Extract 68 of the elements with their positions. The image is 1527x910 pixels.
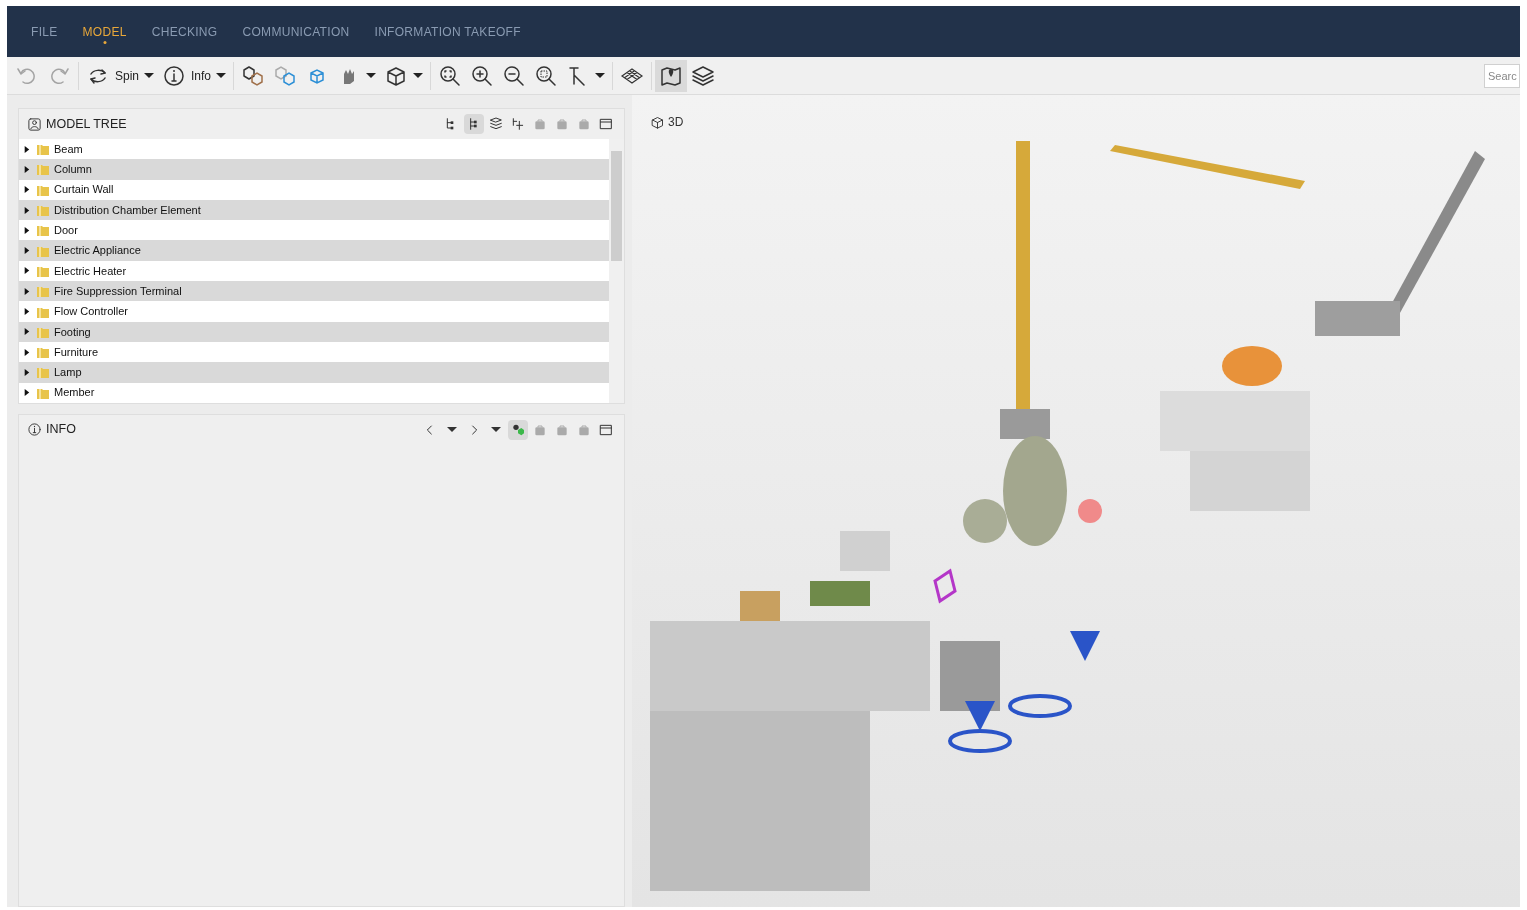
bag-icon: [554, 116, 570, 132]
scrollbar-thumb[interactable]: [611, 151, 622, 261]
folder-icon: [36, 162, 50, 177]
cubes-icon: [273, 63, 298, 88]
tree-item[interactable]: Curtain Wall: [19, 179, 609, 200]
panel-tool-button[interactable]: [464, 114, 484, 134]
folder-icon: [36, 365, 50, 380]
zoom-in-icon: [470, 63, 495, 88]
expand-arrow-icon[interactable]: [22, 246, 31, 256]
tree-item[interactable]: Electric Appliance: [19, 240, 609, 261]
menu-tab[interactable]: COMMUNICATION: [242, 22, 350, 41]
tree-item[interactable]: Member: [19, 382, 609, 403]
expand-arrow-icon[interactable]: [22, 327, 31, 337]
info-icon: [27, 422, 42, 438]
3d-viewport[interactable]: 3D: [632, 95, 1520, 907]
hierarchy-icon: [510, 116, 526, 132]
folder-icon: [36, 223, 50, 238]
caret-down-icon: [447, 427, 457, 433]
search-field[interactable]: Searc: [1484, 63, 1520, 88]
zoom-out-icon: [502, 63, 527, 88]
folder-icon: [36, 345, 50, 360]
panel-tool-button[interactable]: [508, 419, 528, 440]
info-icon: [162, 63, 187, 88]
menu-tab[interactable]: CHECKING: [151, 22, 218, 41]
zoom-fit-icon: [438, 63, 463, 88]
expand-arrow-icon[interactable]: [22, 347, 31, 357]
expand-arrow-icon[interactable]: [22, 185, 31, 195]
folder-icon: [36, 203, 50, 218]
toolbar-button[interactable]: Spin: [82, 59, 159, 92]
folder-icon: [36, 142, 50, 157]
panel-title: MODEL TREE: [46, 115, 127, 133]
stack-icon: [488, 116, 504, 132]
expand-arrow-icon[interactable]: [22, 286, 31, 296]
tree-item[interactable]: Door: [19, 220, 609, 241]
expand-arrow-icon[interactable]: [22, 367, 31, 377]
menu-tab[interactable]: MODEL: [82, 22, 127, 41]
toolbar-button[interactable]: Info: [158, 59, 231, 92]
tree-item[interactable]: Distribution Chamber Element: [19, 199, 609, 221]
menu-tab[interactable]: INFORMATION TAKEOFF: [374, 22, 521, 41]
tree-item[interactable]: Footing: [19, 321, 609, 342]
tree-item[interactable]: Column: [19, 159, 609, 180]
layers-icon: [691, 63, 716, 88]
cube-icon: [650, 114, 665, 130]
toolbar-button[interactable]: [655, 59, 688, 92]
bag-icon: [532, 116, 548, 132]
model-icon: [27, 116, 42, 132]
tree-item[interactable]: Furniture: [19, 341, 609, 363]
cubes-icon: [241, 63, 266, 88]
window-icon: [598, 116, 614, 132]
bag-icon: [576, 116, 592, 132]
expand-arrow-icon[interactable]: [22, 144, 31, 154]
zoom-window-icon: [534, 63, 559, 88]
expand-arrow-icon[interactable]: [22, 225, 31, 235]
view-label: 3D: [668, 114, 684, 131]
folder-icon: [36, 284, 50, 299]
tree-item[interactable]: Lamp: [19, 362, 609, 383]
caret-down-icon: [491, 427, 501, 433]
menu-tab[interactable]: FILE: [31, 22, 58, 41]
expand-arrow-icon[interactable]: [22, 307, 31, 316]
tree-item[interactable]: Beam: [19, 139, 609, 160]
panel-title: INFO: [46, 421, 76, 439]
expand-arrow-icon[interactable]: [22, 266, 31, 276]
expand-arrow-icon[interactable]: [22, 388, 31, 398]
tree-item[interactable]: Electric Heater: [19, 260, 609, 282]
tree-item[interactable]: Fire Suppression Terminal: [19, 281, 609, 302]
expand-arrow-icon[interactable]: [22, 205, 31, 215]
expand-arrow-icon[interactable]: [22, 164, 31, 174]
tree-item[interactable]: Flow Controller: [19, 301, 609, 322]
